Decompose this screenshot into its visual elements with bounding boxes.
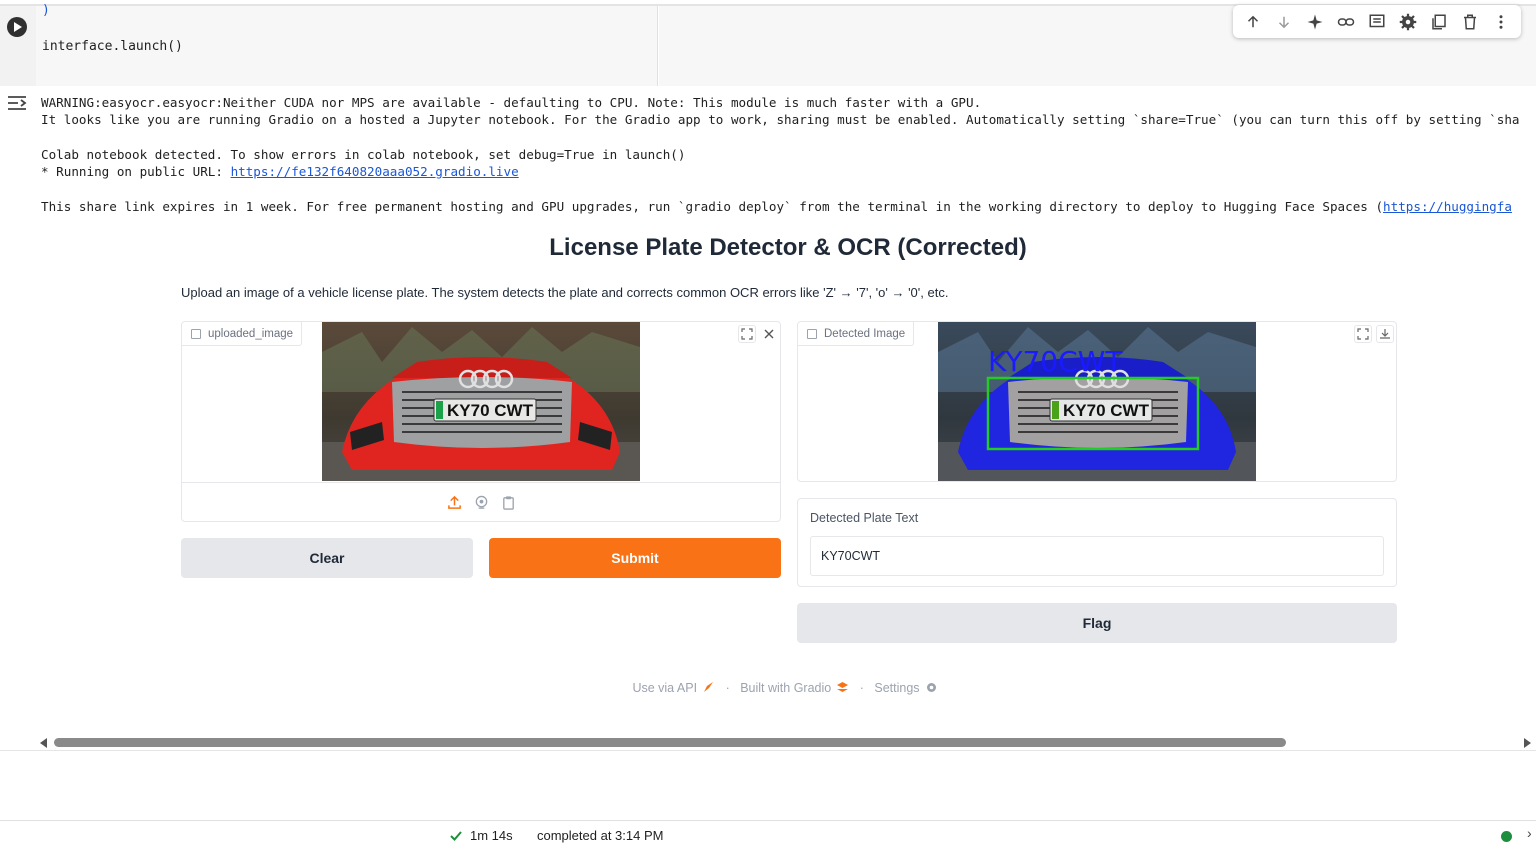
detected-text-label: Detected Plate Text — [810, 511, 919, 525]
image-icon — [807, 329, 817, 339]
detection-overlay-text: KY70CWT — [988, 345, 1123, 378]
clear-button[interactable]: Clear — [181, 538, 473, 578]
more-vert-icon[interactable] — [1490, 11, 1512, 33]
link-icon[interactable] — [1335, 11, 1357, 33]
output-expire-line: This share link expires in 1 week. For f… — [41, 199, 1512, 214]
huggingface-link[interactable]: https://huggingfa — [1383, 199, 1512, 214]
close-icon[interactable] — [760, 325, 778, 343]
status-bar: 1m 14s completed at 3:14 PM › — [0, 820, 1536, 852]
settings-text: Settings — [874, 681, 920, 695]
footer-separator: · — [859, 681, 864, 695]
uploaded-car-image: KY70 CWT — [322, 322, 640, 481]
arrow-up-icon[interactable] — [1242, 11, 1264, 33]
execution-duration: 1m 14s — [470, 828, 513, 843]
detected-car-image: KY70 CWT KY70CWT — [938, 322, 1256, 481]
submit-button[interactable]: Submit — [489, 538, 781, 578]
trash-icon[interactable] — [1459, 11, 1481, 33]
image-source-toolbar — [182, 482, 781, 522]
app-title: License Plate Detector & OCR (Corrected) — [549, 234, 1027, 261]
code-line-1: ) — [42, 3, 50, 18]
output-url-prefix: * Running on public URL: — [41, 164, 231, 179]
output-options-icon[interactable] — [6, 93, 28, 113]
fullscreen-icon[interactable] — [1354, 325, 1372, 343]
horizontal-scrollbar-thumb[interactable] — [54, 738, 1286, 747]
output-plate-text: KY70 CWT — [1063, 401, 1150, 420]
output-image-label: Detected Image — [798, 322, 915, 346]
gradio-logo-icon — [837, 682, 849, 692]
sparkle-icon[interactable] — [1304, 11, 1326, 33]
chevron-right-icon[interactable]: › — [1527, 825, 1532, 841]
cell-toolbar — [1233, 5, 1521, 38]
input-image-panel[interactable]: uploaded_image KY70 CWT — [181, 321, 781, 522]
output-expire-text: This share link expires in 1 week. For f… — [41, 199, 1384, 214]
app-description: Upload an image of a vehicle license pla… — [181, 285, 949, 300]
output-separator — [0, 750, 1536, 751]
comment-icon[interactable] — [1366, 11, 1388, 33]
download-icon[interactable] — [1376, 325, 1394, 343]
settings-link[interactable]: Settings — [874, 681, 937, 695]
output-url-line: * Running on public URL: https://fe132f6… — [41, 164, 519, 179]
scroll-right-arrow[interactable] — [1524, 738, 1531, 748]
arrow-down-icon[interactable] — [1273, 11, 1295, 33]
input-plate-text: KY70 CWT — [447, 401, 534, 420]
gear-icon — [926, 683, 936, 692]
upload-icon[interactable] — [446, 494, 463, 511]
detected-text-field[interactable]: KY70CWT — [810, 536, 1384, 576]
public-url-link[interactable]: https://fe132f640820aaa052.gradio.live — [231, 164, 519, 179]
image-icon — [191, 329, 201, 339]
gradio-footer: Use via API · Built with Gradio · Settin… — [0, 681, 1536, 695]
rocket-icon — [704, 682, 714, 692]
use-via-api-text: Use via API — [632, 681, 698, 695]
gear-icon[interactable] — [1397, 11, 1419, 33]
runtime-status-icon[interactable] — [1501, 831, 1512, 842]
check-icon — [450, 831, 462, 841]
output-warning-line: WARNING:easyocr.easyocr:Neither CUDA nor… — [41, 95, 982, 110]
webcam-icon[interactable] — [473, 494, 490, 511]
output-colab-line: Colab notebook detected. To show errors … — [41, 147, 686, 162]
mirror-cell-icon[interactable] — [1428, 11, 1450, 33]
use-via-api-link[interactable]: Use via API — [632, 681, 715, 695]
built-with-gradio-text: Built with Gradio — [740, 681, 832, 695]
output-share-line: It looks like you are running Gradio on … — [41, 112, 1520, 127]
footer-separator: · — [725, 681, 730, 695]
code-line-2: interface.launch() — [42, 39, 183, 54]
run-cell-button[interactable] — [7, 17, 27, 37]
scroll-left-arrow[interactable] — [40, 738, 47, 748]
completed-time: completed at 3:14 PM — [537, 828, 664, 843]
clipboard-icon[interactable] — [500, 494, 517, 511]
detected-text-panel: Detected Plate Text KY70CWT — [797, 498, 1397, 587]
fullscreen-icon[interactable] — [738, 325, 756, 343]
built-with-gradio-link[interactable]: Built with Gradio — [740, 681, 849, 695]
output-image-label-text: Detected Image — [824, 328, 906, 340]
input-image-label: uploaded_image — [182, 322, 303, 346]
output-image-panel: Detected Image KY70 CWT KY70CWT — [797, 321, 1397, 482]
flag-button[interactable]: Flag — [797, 603, 1397, 643]
input-image-label-text: uploaded_image — [208, 328, 294, 340]
